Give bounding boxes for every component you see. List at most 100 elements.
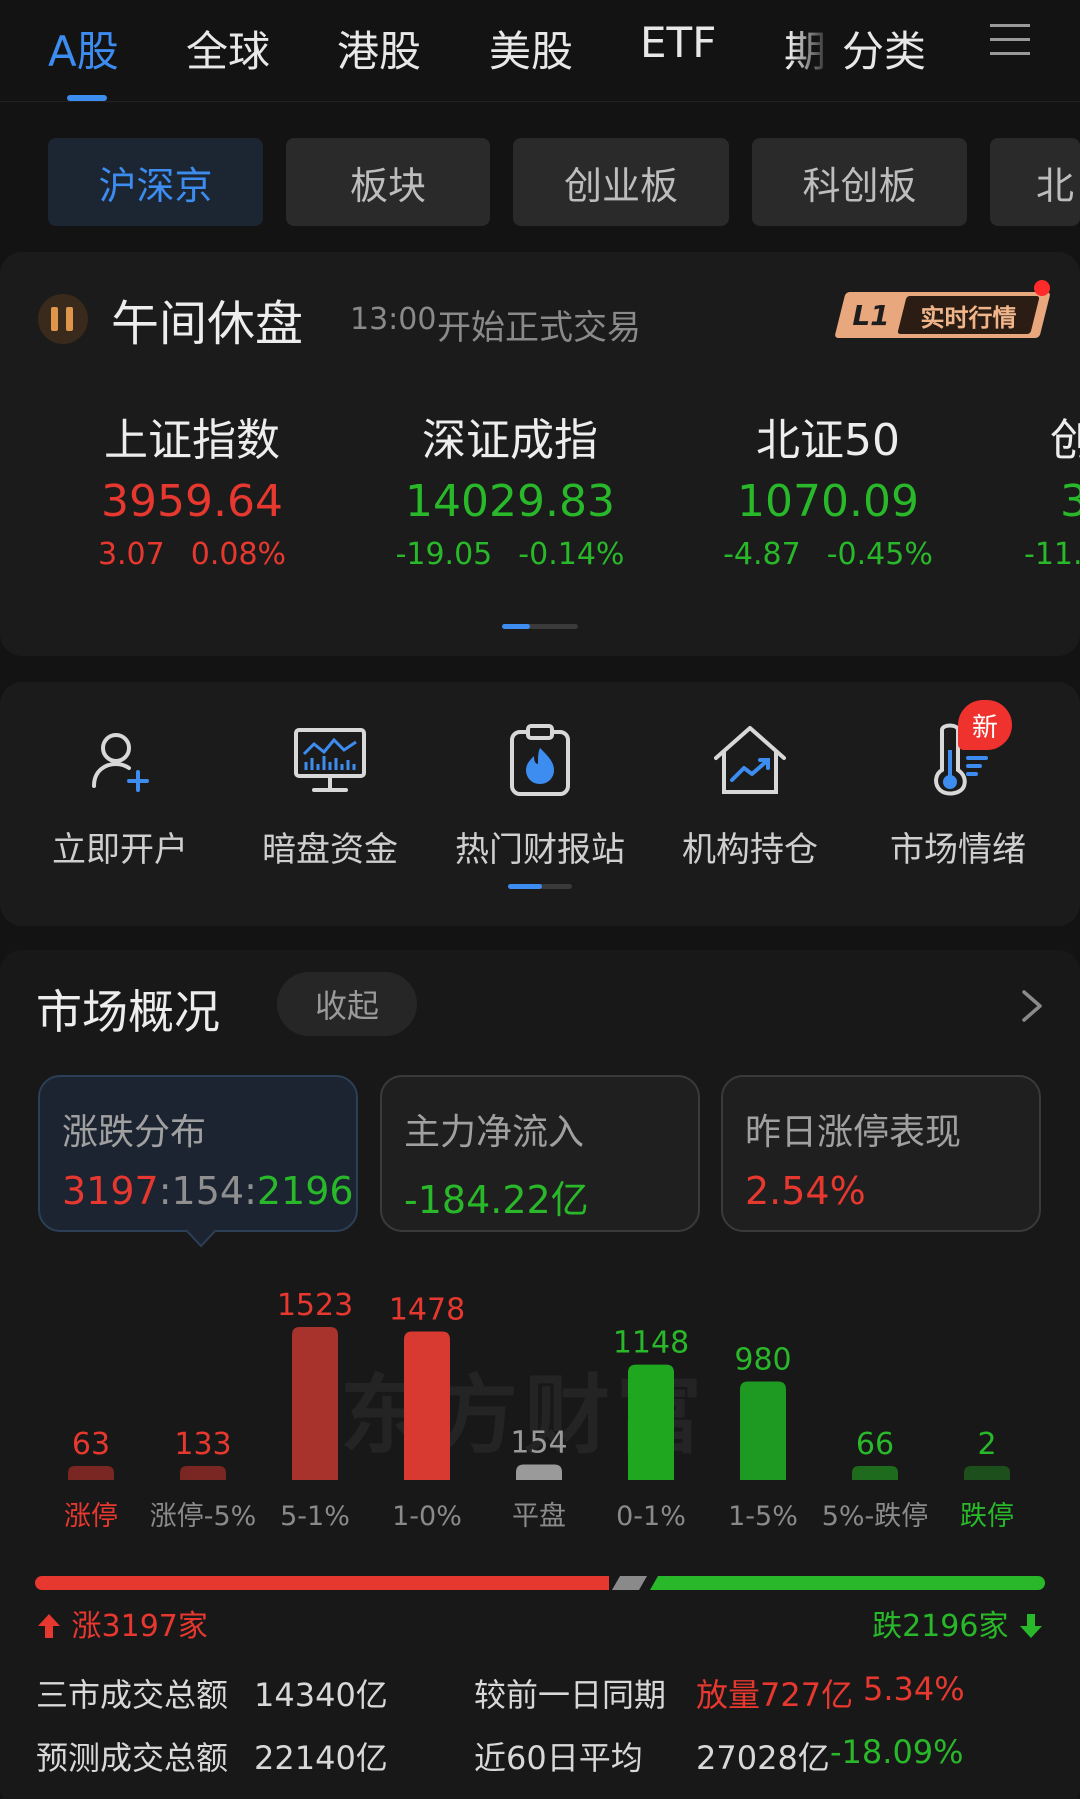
- arrow-down-icon: [1020, 1614, 1042, 1638]
- tab-hk[interactable]: 港股: [337, 18, 421, 79]
- tab-us[interactable]: 美股: [489, 18, 573, 79]
- stat-up-down-distribution[interactable]: 涨跌分布 3197:154:2196: [38, 1075, 358, 1232]
- subtab-sector[interactable]: 板块: [286, 138, 490, 226]
- feature-institution-holdings[interactable]: 机构持仓: [650, 720, 850, 871]
- chart-bar: [628, 1364, 674, 1480]
- realtime-quote-badge[interactable]: L1 实时行情: [834, 292, 1051, 338]
- feature-open-account[interactable]: 立即开户: [20, 720, 220, 871]
- index-item[interactable]: 创 3 -11.: [1024, 404, 1080, 572]
- chart-value-label: 63: [72, 1427, 110, 1462]
- feature-pager: [508, 884, 572, 889]
- down-count-value: 2196: [256, 1169, 354, 1213]
- chart-value-label: 1523: [277, 1288, 353, 1323]
- feature-earnings[interactable]: 热门财报站: [440, 720, 640, 871]
- index-pager: [502, 624, 578, 629]
- index-card: 午间休盘 13:00 开始正式交易 L1 实时行情 上证指数 3959.64 3…: [0, 252, 1080, 656]
- forecast-turnover-label: 预测成交总额: [36, 1739, 229, 1777]
- arrow-up-icon: [38, 1614, 60, 1638]
- stat-title: 涨跌分布: [62, 1112, 207, 1153]
- chart-bar: [740, 1381, 786, 1480]
- index-value: 1070.09: [737, 476, 919, 527]
- down-stocks-label: 跌2196家: [872, 1609, 1009, 1644]
- index-value: 3: [1060, 476, 1080, 527]
- up-stocks-label: 涨3197家: [71, 1609, 208, 1644]
- user-add-icon: [92, 733, 149, 792]
- chart-value-label: 1478: [389, 1293, 465, 1328]
- separator: :: [244, 1169, 257, 1213]
- chart-value-label: 154: [510, 1426, 567, 1461]
- chart-category-label: 1-0%: [392, 1501, 462, 1532]
- feature-label: 机构持仓: [682, 830, 818, 870]
- badge-level: L1: [852, 298, 890, 332]
- index-change: 3.07: [97, 537, 165, 572]
- separator: :: [158, 1169, 172, 1213]
- tab-a-shares[interactable]: A股: [48, 18, 119, 79]
- turnover-value: 14340亿: [254, 1676, 388, 1714]
- chart-category-label: 跌停: [960, 1501, 1014, 1532]
- index-value: 14029.83: [405, 476, 615, 527]
- compare-label: 较前一日同期: [474, 1676, 667, 1714]
- up-down-distribution-chart: 63 涨停 133 涨停-5% 1523 5-1% 1478 1-0% 154 平盘 1148 0-1…: [64, 1288, 1014, 1532]
- tab-global[interactable]: 全球: [186, 18, 270, 79]
- tab-etf[interactable]: ETF: [640, 18, 716, 67]
- index-change-pct: -0.45%: [826, 537, 933, 572]
- session-time: 13:00: [350, 302, 437, 337]
- chart-value-label: 980: [734, 1343, 791, 1378]
- up-stocks-count: 涨3197家: [36, 1601, 208, 1645]
- hamburger-menu-icon[interactable]: [990, 24, 1030, 64]
- stat-title: 主力净流入: [404, 1112, 585, 1153]
- chart-value-label: 133: [174, 1427, 231, 1462]
- up-count-value: 3197: [62, 1169, 159, 1213]
- stat-value: -184.22亿: [404, 1178, 589, 1222]
- chart-bar: [180, 1466, 226, 1480]
- index-name: 上证指数: [104, 415, 280, 466]
- stat-value: 2.54%: [745, 1169, 866, 1213]
- feature-dark-pool[interactable]: 暗盘资金: [230, 720, 430, 871]
- flat-count-value: 154: [171, 1169, 245, 1213]
- feature-label: 暗盘资金: [262, 830, 398, 870]
- chart-category-label: 平盘: [512, 1501, 566, 1532]
- chart-bar: [68, 1466, 114, 1480]
- chart-value-label: 66: [856, 1427, 894, 1462]
- subtab-beijing[interactable]: 北: [990, 138, 1080, 226]
- feature-label: 立即开户: [52, 830, 188, 870]
- chart-category-label: 5%-跌停: [822, 1501, 929, 1532]
- chart-bar: [964, 1466, 1010, 1480]
- index-item[interactable]: 上证指数 3959.64 3.07 0.08%: [42, 404, 342, 572]
- index-change-pct: -0.14%: [518, 537, 625, 572]
- chart-category-label: 涨停: [64, 1501, 118, 1532]
- chart-bar: [292, 1327, 338, 1480]
- subtab-hushenjing[interactable]: 沪深京: [48, 138, 263, 226]
- collapse-button[interactable]: 收起: [277, 972, 417, 1036]
- subtab-chinext[interactable]: 创业板: [513, 138, 729, 226]
- index-name: 深证成指: [422, 415, 598, 466]
- forecast-turnover-value: 22140亿: [254, 1739, 388, 1777]
- notification-dot: [1034, 280, 1050, 296]
- avg60-value: 27028亿: [696, 1739, 830, 1777]
- avg60-label: 近60日平均: [474, 1739, 643, 1777]
- chart-category-label: 涨停-5%: [150, 1501, 257, 1532]
- index-change: -11.: [1024, 537, 1080, 572]
- tab-fade-overlay: [790, 10, 850, 80]
- chart-value-label: 1148: [613, 1326, 689, 1361]
- feature-label: 市场情绪: [890, 830, 1026, 870]
- chevron-right-icon[interactable]: [1020, 988, 1044, 1024]
- index-item[interactable]: 深证成指 14029.83 -19.05 -0.14%: [360, 404, 660, 572]
- subtab-star-market[interactable]: 科创板: [752, 138, 967, 226]
- index-item[interactable]: 北证50 1070.09 -4.87 -0.45%: [678, 404, 978, 572]
- tab-category[interactable]: 分类: [842, 18, 926, 79]
- market-overview-title: 市场概况: [36, 985, 220, 1039]
- feature-label: 热门财报站: [455, 830, 625, 870]
- down-ratio-bar: [650, 1576, 1045, 1590]
- volume-increase: 放量727亿: [696, 1676, 854, 1714]
- up-ratio-bar: [35, 1576, 609, 1590]
- monitor-chart-icon: [294, 728, 366, 792]
- clipboard-fire-icon: [510, 724, 570, 796]
- chart-category-label: 5-1%: [280, 1501, 350, 1532]
- down-stocks-count: 跌2196家: [872, 1601, 1044, 1645]
- index-name: 北证50: [756, 415, 900, 466]
- index-name: 创: [1050, 415, 1080, 466]
- stat-main-net-inflow[interactable]: 主力净流入 -184.22亿: [380, 1075, 700, 1232]
- stat-yesterday-limit-up[interactable]: 昨日涨停表现 2.54%: [721, 1075, 1041, 1232]
- chart-category-label: 0-1%: [616, 1501, 686, 1532]
